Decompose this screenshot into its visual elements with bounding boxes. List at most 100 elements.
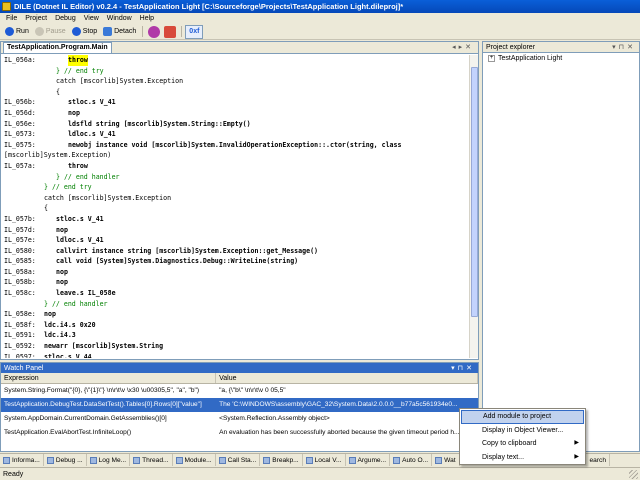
menu-item-display-in-object-viewer[interactable]: Display in Object Viewer... (461, 424, 584, 438)
pause-label: Pause (45, 28, 66, 35)
watch-row-selected[interactable]: TestApplication.DebugTest.DataSetTest().… (1, 398, 478, 412)
editor-vertical-scrollbar[interactable] (469, 55, 478, 358)
tab-auto-objects[interactable]: Auto O... (390, 454, 433, 466)
tab-label: Local V... (314, 456, 342, 464)
panel-controls[interactable]: ▾⊓✕ (612, 43, 636, 51)
code-line[interactable]: [mscorlib]System.Exception) (1, 150, 470, 161)
il-offset-label: IL_0573: (4, 130, 36, 139)
tab-label: Informa... (12, 456, 40, 464)
menu-item-display-text[interactable]: Display text... ▶ (461, 451, 584, 465)
pause-icon (34, 27, 44, 36)
il-instruction: } // end try (44, 183, 92, 192)
status-text: Ready (3, 470, 24, 478)
panel-controls[interactable]: ▾⊓✕ (451, 364, 475, 372)
code-line[interactable]: IL_0580: callvirt instance string [mscorl… (1, 246, 470, 257)
menu-project[interactable]: Project (21, 15, 51, 22)
title-bar[interactable]: DILE (Dotnet IL Editor) v0.2.4 - TestApp… (0, 0, 640, 13)
tab-label: Wat (444, 456, 456, 464)
column-header-expression[interactable]: Expression (1, 373, 217, 383)
code-line[interactable]: IL_0573: ldloc.s V_41 (1, 129, 470, 140)
il-instruction: leave.s IL_058e (56, 289, 116, 298)
pause-button[interactable]: Pause (32, 25, 69, 39)
object-viewer-icon[interactable] (148, 25, 161, 38)
tab-log-messages[interactable]: Log Me... (87, 454, 131, 466)
tab-search[interactable]: earch (587, 454, 610, 466)
il-instruction: throw (68, 55, 88, 66)
code-line[interactable]: } // end handler (1, 172, 470, 183)
tab-watch[interactable]: Wat (432, 454, 460, 466)
code-line[interactable]: IL_0592: newarr [mscorlib]System.String (1, 341, 470, 352)
tab-arguments[interactable]: Argume... (346, 454, 391, 466)
code-line[interactable]: IL_056a: throw (1, 55, 470, 66)
tab-information[interactable]: Informa... (0, 454, 44, 466)
code-area[interactable]: IL_056a: throw} // end try catch [mscorlib… (1, 55, 470, 358)
code-line[interactable]: IL_057a: throw (1, 161, 470, 172)
menu-item-add-module-to-project[interactable]: Add module to project (461, 410, 584, 424)
code-line[interactable]: IL_056b: stloc.s V_41 (1, 97, 470, 108)
run-button[interactable]: Run (2, 25, 32, 39)
resize-grip[interactable] (629, 470, 638, 479)
menu-file[interactable]: File (2, 15, 21, 22)
tab-call-stack[interactable]: Call Sta... (216, 454, 261, 466)
tab-debug-output[interactable]: Debug ... (44, 454, 87, 466)
document-tabs: TestApplication.Program.Main ◂▸✕ (1, 42, 478, 54)
code-line[interactable]: } // end try (1, 182, 470, 193)
menu-item-copy-to-clipboard[interactable]: Copy to clipboard ▶ (461, 437, 584, 451)
code-line[interactable]: IL_058f: ldc.i4.s 0x20 (1, 320, 470, 331)
tab-program-main[interactable]: TestApplication.Program.Main (3, 42, 112, 53)
il-instruction: } // end try (56, 66, 104, 75)
il-instruction: ldc.i4.3 (44, 331, 76, 340)
code-line[interactable]: } // end handler (1, 299, 470, 310)
tab-local-variables[interactable]: Local V... (303, 454, 346, 466)
watch-row[interactable]: System.String.Format("{0}, {\"{1}\"} \n\… (1, 384, 478, 398)
hex-toggle-button[interactable]: 0xf (185, 24, 204, 39)
window-title: DILE (Dotnet IL Editor) v0.2.4 - TestApp… (14, 2, 404, 11)
watch-value: <System.Reflection.Assembly object> (219, 415, 330, 422)
code-line[interactable]: IL_0585: call void [System]System.Diagnos… (1, 256, 470, 267)
tab-modules[interactable]: Module... (173, 454, 216, 466)
tab-label: Debug ... (55, 456, 83, 464)
debug-icon (46, 456, 54, 464)
menu-debug[interactable]: Debug (51, 15, 80, 22)
scrollbar-thumb[interactable] (471, 67, 478, 317)
watch-row[interactable]: TestApplication.EvalAbortTest.InfiniteLo… (1, 426, 478, 440)
code-line[interactable]: IL_056e: ldsfld string [mscorlib]System.S… (1, 119, 470, 130)
watch-row[interactable]: System.AppDomain.CurrentDomain.GetAssemb… (1, 412, 478, 426)
detach-button[interactable]: Detach (100, 25, 139, 39)
tab-threads[interactable]: Thread... (130, 454, 173, 466)
stop-button[interactable]: Stop (69, 25, 100, 39)
code-line[interactable]: catch [mscorlib]System.Exception (1, 193, 470, 204)
code-line[interactable]: IL_058b: nop (1, 277, 470, 288)
tree-item-project[interactable]: + TestApplication Light (483, 55, 639, 62)
code-line[interactable]: IL_056d: nop (1, 108, 470, 119)
menu-item-label: Display in Object Viewer... (482, 426, 564, 434)
il-instruction: call void [System]System.Diagnostics.Deb… (56, 257, 299, 266)
code-line[interactable]: IL_0597: stloc.s V_44 (1, 352, 470, 358)
code-line[interactable]: } // end try (1, 66, 470, 77)
menu-window[interactable]: Window (103, 15, 136, 22)
menu-view[interactable]: View (80, 15, 103, 22)
code-line[interactable]: IL_0575: newobj instance void [mscorlib]S… (1, 140, 470, 151)
document-tab-controls[interactable]: ◂▸✕ (452, 43, 474, 51)
code-line[interactable]: catch [mscorlib]System.Exception (1, 76, 470, 87)
tab-breakpoints[interactable]: Breakp... (260, 454, 303, 466)
run-label: Run (16, 28, 29, 35)
code-line[interactable]: IL_058e: nop (1, 309, 470, 320)
il-instruction: { (56, 87, 60, 96)
column-header-value[interactable]: Value (216, 373, 478, 383)
code-line[interactable]: IL_057b: stloc.s V_41 (1, 214, 470, 225)
code-line[interactable]: IL_057d: nop (1, 225, 470, 236)
menu-help[interactable]: Help (136, 15, 158, 22)
il-instruction: } // end handler (44, 299, 108, 308)
quick-watch-icon[interactable] (164, 25, 177, 38)
code-line[interactable]: IL_058a: nop (1, 267, 470, 278)
stop-label: Stop (82, 28, 98, 35)
code-line[interactable]: IL_057e: ldloc.s V_41 (1, 235, 470, 246)
expand-icon[interactable]: + (488, 55, 495, 62)
code-line[interactable]: IL_058c: leave.s IL_058e (1, 288, 470, 299)
code-line[interactable]: IL_0591: ldc.i4.3 (1, 330, 470, 341)
call-stack-icon (218, 456, 226, 464)
code-line[interactable]: { (1, 203, 470, 214)
code-line[interactable]: { (1, 87, 470, 98)
arguments-icon (348, 456, 356, 464)
